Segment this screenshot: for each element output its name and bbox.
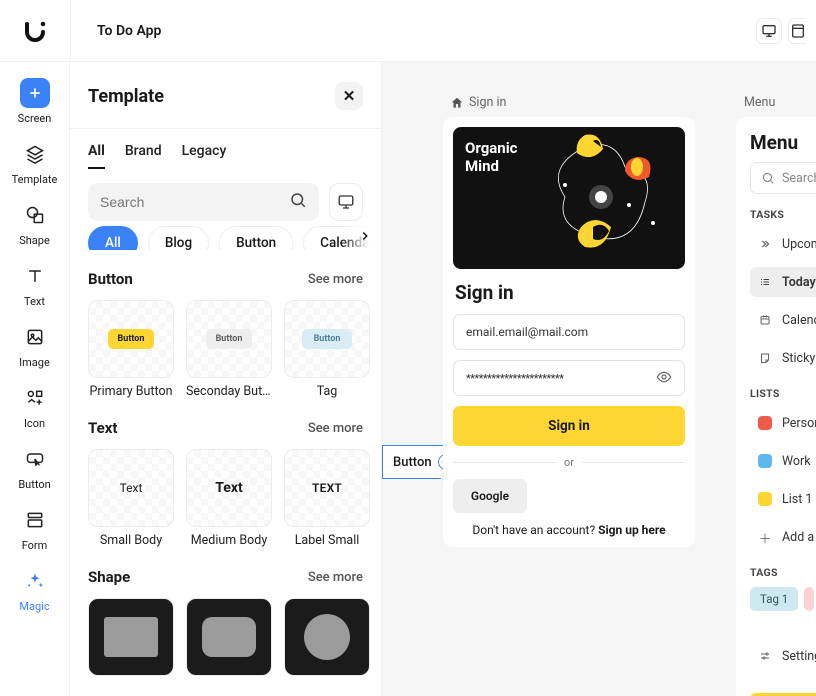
see-more-shape[interactable]: See more — [308, 570, 363, 585]
search-box[interactable] — [88, 183, 319, 221]
menu-item-settings[interactable]: Setting — [750, 641, 816, 671]
image-icon — [20, 322, 50, 352]
viewport-size-icon[interactable] — [788, 18, 806, 44]
tag-partial[interactable] — [804, 587, 814, 611]
menu-item-sticky[interactable]: Sticky — [750, 343, 816, 373]
sidebar-item-screen[interactable]: Screen — [7, 78, 63, 125]
template-card-label-small[interactable]: TEXT Label Small — [284, 449, 370, 548]
app-title: To Do App — [71, 23, 187, 39]
form-icon — [20, 505, 50, 535]
frame-signin[interactable]: Organic Mind Sign in em — [443, 117, 695, 547]
tab-all[interactable]: All — [88, 143, 105, 169]
sidebar-item-text[interactable]: Text — [7, 261, 63, 308]
close-button[interactable]: ✕ — [335, 82, 363, 110]
section-title-text: Text — [88, 419, 117, 437]
icon-icon — [20, 383, 50, 413]
signin-button[interactable]: Sign in — [453, 406, 685, 446]
sidebar-item-template[interactable]: Template — [7, 139, 63, 186]
frame-menu[interactable]: Menu Search TASKS Upcom Today Calenc Sti… — [736, 117, 816, 696]
frame-label-menu[interactable]: Menu — [744, 95, 775, 110]
sidebar-item-form[interactable]: Form — [7, 505, 63, 552]
category-chips: All Blog Button Calendar Co — [70, 221, 381, 250]
password-field[interactable]: *********************** — [453, 360, 685, 396]
list-icon — [758, 276, 772, 288]
template-panel: Template ✕ All Brand Legacy All Blog — [70, 62, 382, 696]
close-icon: ✕ — [343, 87, 356, 105]
tab-legacy[interactable]: Legacy — [182, 143, 227, 169]
template-card-small-body[interactable]: Text Small Body — [88, 449, 174, 548]
section-title-button: Button — [88, 270, 133, 288]
search-input[interactable] — [100, 194, 281, 210]
template-card-shape-circle[interactable] — [284, 598, 370, 676]
chip-button[interactable]: Button — [219, 226, 293, 251]
add-list-button[interactable]: ＋ Add a l — [750, 522, 816, 552]
menu-heading: Menu — [750, 131, 816, 154]
chip-all[interactable]: All — [88, 226, 138, 251]
color-dot-red — [758, 416, 772, 430]
template-card-shape-rect[interactable] — [88, 598, 174, 676]
eye-icon[interactable] — [656, 369, 672, 388]
sliders-icon — [758, 650, 772, 662]
menu-item-upcoming[interactable]: Upcom — [750, 229, 816, 259]
menu-item-today[interactable]: Today — [750, 267, 816, 297]
see-more-text[interactable]: See more — [308, 421, 363, 436]
or-divider: or — [453, 456, 685, 469]
tab-brand[interactable]: Brand — [125, 143, 162, 169]
tag-1[interactable]: Tag 1 — [750, 587, 798, 611]
signup-link[interactable]: Sign up here — [598, 523, 666, 537]
note-icon — [758, 352, 772, 364]
signin-heading: Sign in — [453, 279, 685, 304]
search-icon — [289, 191, 307, 213]
template-card-primary-button[interactable]: Button Primary Button — [88, 300, 174, 399]
list-item-list1[interactable]: List 1 — [750, 484, 816, 514]
canvas[interactable]: Button + Sign in Organic Mind — [382, 62, 816, 696]
hero-card: Organic Mind — [453, 127, 685, 269]
template-icon — [20, 139, 50, 169]
template-card-medium-body[interactable]: Text Medium Body — [186, 449, 272, 548]
sidebar-item-image[interactable]: Image — [7, 322, 63, 369]
list-item-personal[interactable]: Person — [750, 408, 816, 438]
panel-tabs: All Brand Legacy — [70, 129, 381, 169]
template-card-shape-round[interactable] — [186, 598, 272, 676]
color-dot-yellow — [758, 492, 772, 506]
sidebar-item-shape[interactable]: Shape — [7, 200, 63, 247]
sidebar-item-magic[interactable]: Magic — [7, 566, 63, 613]
tasks-label: TASKS — [750, 208, 816, 221]
plus-icon — [20, 78, 50, 108]
sidebar-item-button[interactable]: Button — [7, 444, 63, 491]
text-icon — [20, 261, 50, 291]
menu-item-calendar[interactable]: Calenc — [750, 305, 816, 335]
color-dot-blue — [758, 454, 772, 468]
calendar-icon — [758, 314, 772, 326]
see-more-button[interactable]: See more — [308, 272, 363, 287]
desktop-toggle-icon[interactable] — [756, 18, 782, 44]
google-button[interactable]: Google — [453, 479, 527, 513]
section-title-shape: Shape — [88, 568, 130, 586]
hero-illustration — [525, 127, 685, 269]
chevrons-right-icon — [758, 238, 772, 250]
chevron-right-icon[interactable] — [355, 226, 375, 246]
button-icon — [20, 444, 50, 474]
frame-label-signin[interactable]: Sign in — [450, 95, 506, 110]
shape-icon — [20, 200, 50, 230]
top-bar: To Do App — [0, 0, 816, 62]
panel-title: Template — [88, 86, 164, 107]
list-item-work[interactable]: Work — [750, 446, 816, 476]
left-sidebar: Screen Template Shape Text Image — [0, 62, 70, 696]
device-filter-button[interactable] — [329, 183, 363, 221]
logo — [0, 19, 70, 43]
lists-label: LISTS — [750, 387, 816, 400]
menu-search[interactable]: Search — [750, 162, 816, 194]
magic-icon — [20, 566, 50, 596]
plus-icon: ＋ — [758, 528, 772, 547]
chip-blog[interactable]: Blog — [148, 226, 209, 251]
tags-label: TAGS — [750, 566, 816, 579]
template-card-secondary-button[interactable]: Button Seconday But... — [186, 300, 272, 399]
signup-text: Don't have an account? Sign up here — [453, 523, 685, 537]
sidebar-item-icon[interactable]: Icon — [7, 383, 63, 430]
template-card-tag[interactable]: Button Tag — [284, 300, 370, 399]
email-field[interactable]: email.email@mail.com — [453, 314, 685, 350]
